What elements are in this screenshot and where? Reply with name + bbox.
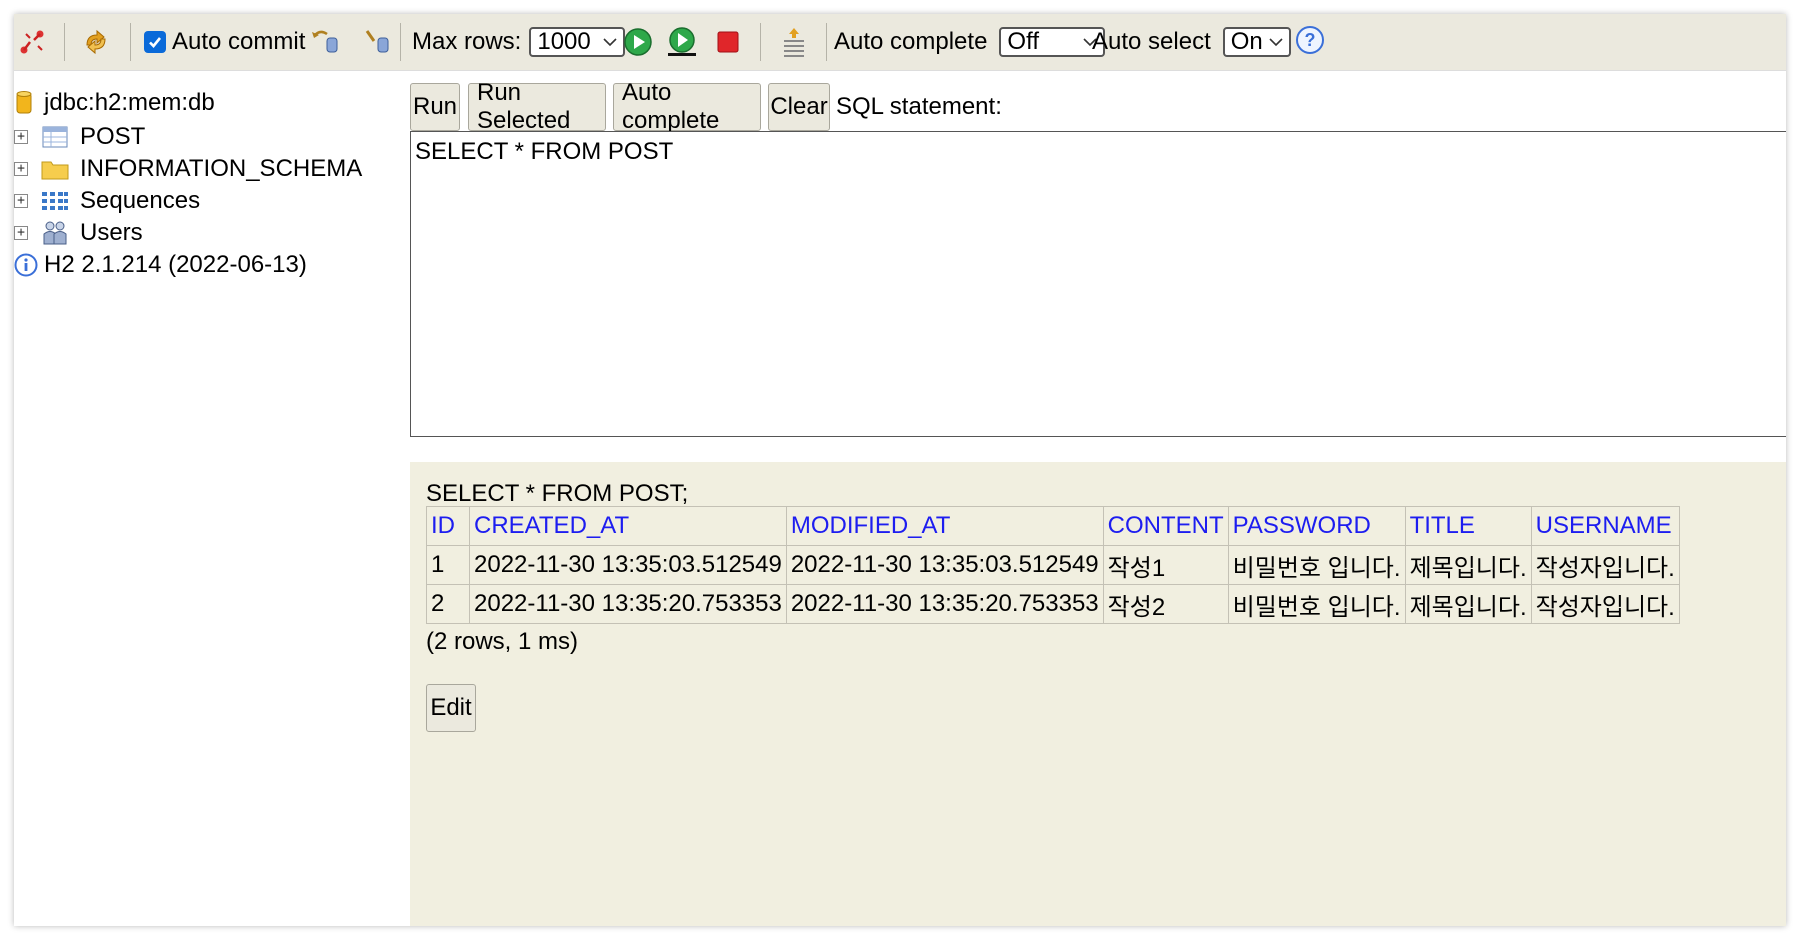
toolbar: Auto commit Max rows: 1000 Auto complete…	[14, 14, 1786, 71]
max-rows-value: 1000	[537, 28, 591, 55]
toolbar-separator	[64, 23, 65, 61]
expand-icon[interactable]: +	[14, 162, 28, 176]
auto-select-label: Auto select	[1092, 28, 1211, 55]
info-icon	[14, 253, 38, 277]
main-pane: Run Run Selected Auto complete Clear SQL…	[410, 71, 1786, 926]
auto-complete-select[interactable]: Off	[999, 27, 1106, 57]
table-cell: 2022-11-30 13:35:03.512549	[469, 545, 787, 585]
row-count-summary: (2 rows, 1 ms)	[426, 628, 579, 655]
column-header[interactable]: CREATED_AT	[469, 506, 787, 546]
edit-button[interactable]: Edit	[426, 684, 476, 732]
column-header[interactable]: CONTENT	[1102, 506, 1229, 546]
column-header[interactable]: USERNAME	[1530, 506, 1680, 546]
table-cell: 비밀번호 입니다.	[1227, 545, 1406, 585]
chevron-down-icon	[1269, 38, 1283, 47]
column-header[interactable]: ID	[426, 506, 470, 546]
connection-label: jdbc:h2:mem:db	[44, 89, 215, 116]
column-header[interactable]: MODIFIED_AT	[785, 506, 1104, 546]
folder-icon	[40, 156, 70, 182]
expand-icon[interactable]: +	[14, 194, 28, 208]
column-header[interactable]: TITLE	[1404, 506, 1532, 546]
run-selected-button[interactable]: Run Selected	[468, 79, 606, 134]
run-icon[interactable]	[622, 26, 654, 58]
max-rows-select[interactable]: 1000	[529, 27, 626, 57]
auto-commit-checkbox[interactable]	[144, 31, 166, 53]
table-cell: 작성자입니다.	[1530, 545, 1680, 585]
run-selected-icon[interactable]	[666, 26, 698, 58]
table-cell: 작성1	[1102, 545, 1229, 585]
tree-version: H2 2.1.214 (2022-06-13)	[14, 249, 307, 281]
auto-select-group: Auto select On	[1092, 14, 1291, 70]
auto-complete-value: Off	[1007, 28, 1039, 55]
database-icon	[14, 90, 34, 116]
sql-text: SELECT * FROM POST	[415, 138, 674, 165]
stop-icon[interactable]	[712, 26, 744, 58]
run-button[interactable]: Run	[410, 83, 460, 131]
auto-complete-group: Auto complete Off	[834, 14, 1106, 70]
toolbar-separator	[826, 23, 827, 61]
object-tree: jdbc:h2:mem:db + POST + INFORMATION_SCHE…	[14, 71, 410, 926]
users-icon	[40, 220, 70, 246]
h2-console-window: Auto commit Max rows: 1000 Auto complete…	[14, 14, 1786, 926]
auto-commit-label: Auto commit	[172, 28, 306, 55]
table-cell: 2022-11-30 13:35:20.753353	[469, 584, 787, 624]
disconnect-icon[interactable]	[16, 26, 48, 58]
sql-editor[interactable]: SELECT * FROM POST	[410, 131, 1786, 437]
table-cell: 제목입니다.	[1404, 584, 1532, 624]
refresh-icon[interactable]	[80, 26, 112, 58]
tree-item-post[interactable]: + POST	[14, 121, 145, 153]
column-header[interactable]: PASSWORD	[1227, 506, 1406, 546]
toolbar-separator	[130, 23, 131, 61]
history-icon[interactable]	[778, 26, 810, 58]
auto-complete-button[interactable]: Auto complete	[613, 79, 761, 134]
table-header-row: ID CREATED_AT MODIFIED_AT CONTENT PASSWO…	[426, 506, 1680, 546]
tree-item-users[interactable]: + Users	[14, 217, 143, 249]
tree-item-label: Users	[80, 219, 143, 246]
tree-item-label: POST	[80, 123, 146, 150]
sql-statement-label: SQL statement:	[836, 93, 1002, 120]
table-row: 1 2022-11-30 13:35:03.512549 2022-11-30 …	[426, 545, 1680, 585]
auto-select-select[interactable]: On	[1222, 27, 1291, 57]
table-icon	[40, 124, 70, 150]
toolbar-separator	[760, 23, 761, 61]
auto-complete-label: Auto complete	[834, 28, 988, 55]
help-glyph: ?	[1304, 29, 1316, 50]
expand-icon[interactable]: +	[14, 226, 28, 240]
table-cell: 2022-11-30 13:35:20.753353	[785, 584, 1104, 624]
table-cell: 작성자입니다.	[1530, 584, 1680, 624]
auto-commit-toggle[interactable]: Auto commit	[144, 14, 305, 70]
table-cell: 비밀번호 입니다.	[1227, 584, 1406, 624]
tree-connection[interactable]: jdbc:h2:mem:db	[14, 87, 215, 119]
table-cell: 제목입니다.	[1404, 545, 1532, 585]
rollback-icon[interactable]	[310, 26, 342, 58]
results-table: ID CREATED_AT MODIFIED_AT CONTENT PASSWO…	[426, 506, 1680, 624]
expand-icon[interactable]: +	[14, 130, 28, 144]
toolbar-separator	[400, 23, 401, 61]
tree-item-information-schema[interactable]: + INFORMATION_SCHEMA	[14, 153, 362, 185]
tree-item-label: INFORMATION_SCHEMA	[80, 155, 363, 182]
table-cell: 2	[426, 584, 470, 624]
tree-item-sequences[interactable]: + Sequences	[14, 185, 200, 217]
max-rows-label: Max rows:	[412, 28, 522, 55]
commit-icon[interactable]	[362, 26, 394, 58]
table-cell: 1	[426, 545, 470, 585]
table-cell: 2022-11-30 13:35:03.512549	[785, 545, 1104, 585]
table-row: 2 2022-11-30 13:35:20.753353 2022-11-30 …	[426, 584, 1680, 624]
version-label: H2 2.1.214 (2022-06-13)	[44, 251, 307, 278]
tree-item-label: Sequences	[80, 187, 201, 214]
auto-select-value: On	[1230, 28, 1263, 55]
chevron-down-icon	[603, 38, 617, 47]
clear-button[interactable]: Clear	[768, 83, 830, 131]
help-icon[interactable]: ?	[1296, 26, 1324, 54]
executed-query: SELECT * FROM POST;	[426, 480, 689, 507]
table-cell: 작성2	[1102, 584, 1229, 624]
max-rows-group: Max rows: 1000	[412, 14, 626, 70]
results-panel: SELECT * FROM POST; ID CREATED_AT MODIFI…	[410, 462, 1786, 926]
sequences-icon	[40, 188, 70, 214]
